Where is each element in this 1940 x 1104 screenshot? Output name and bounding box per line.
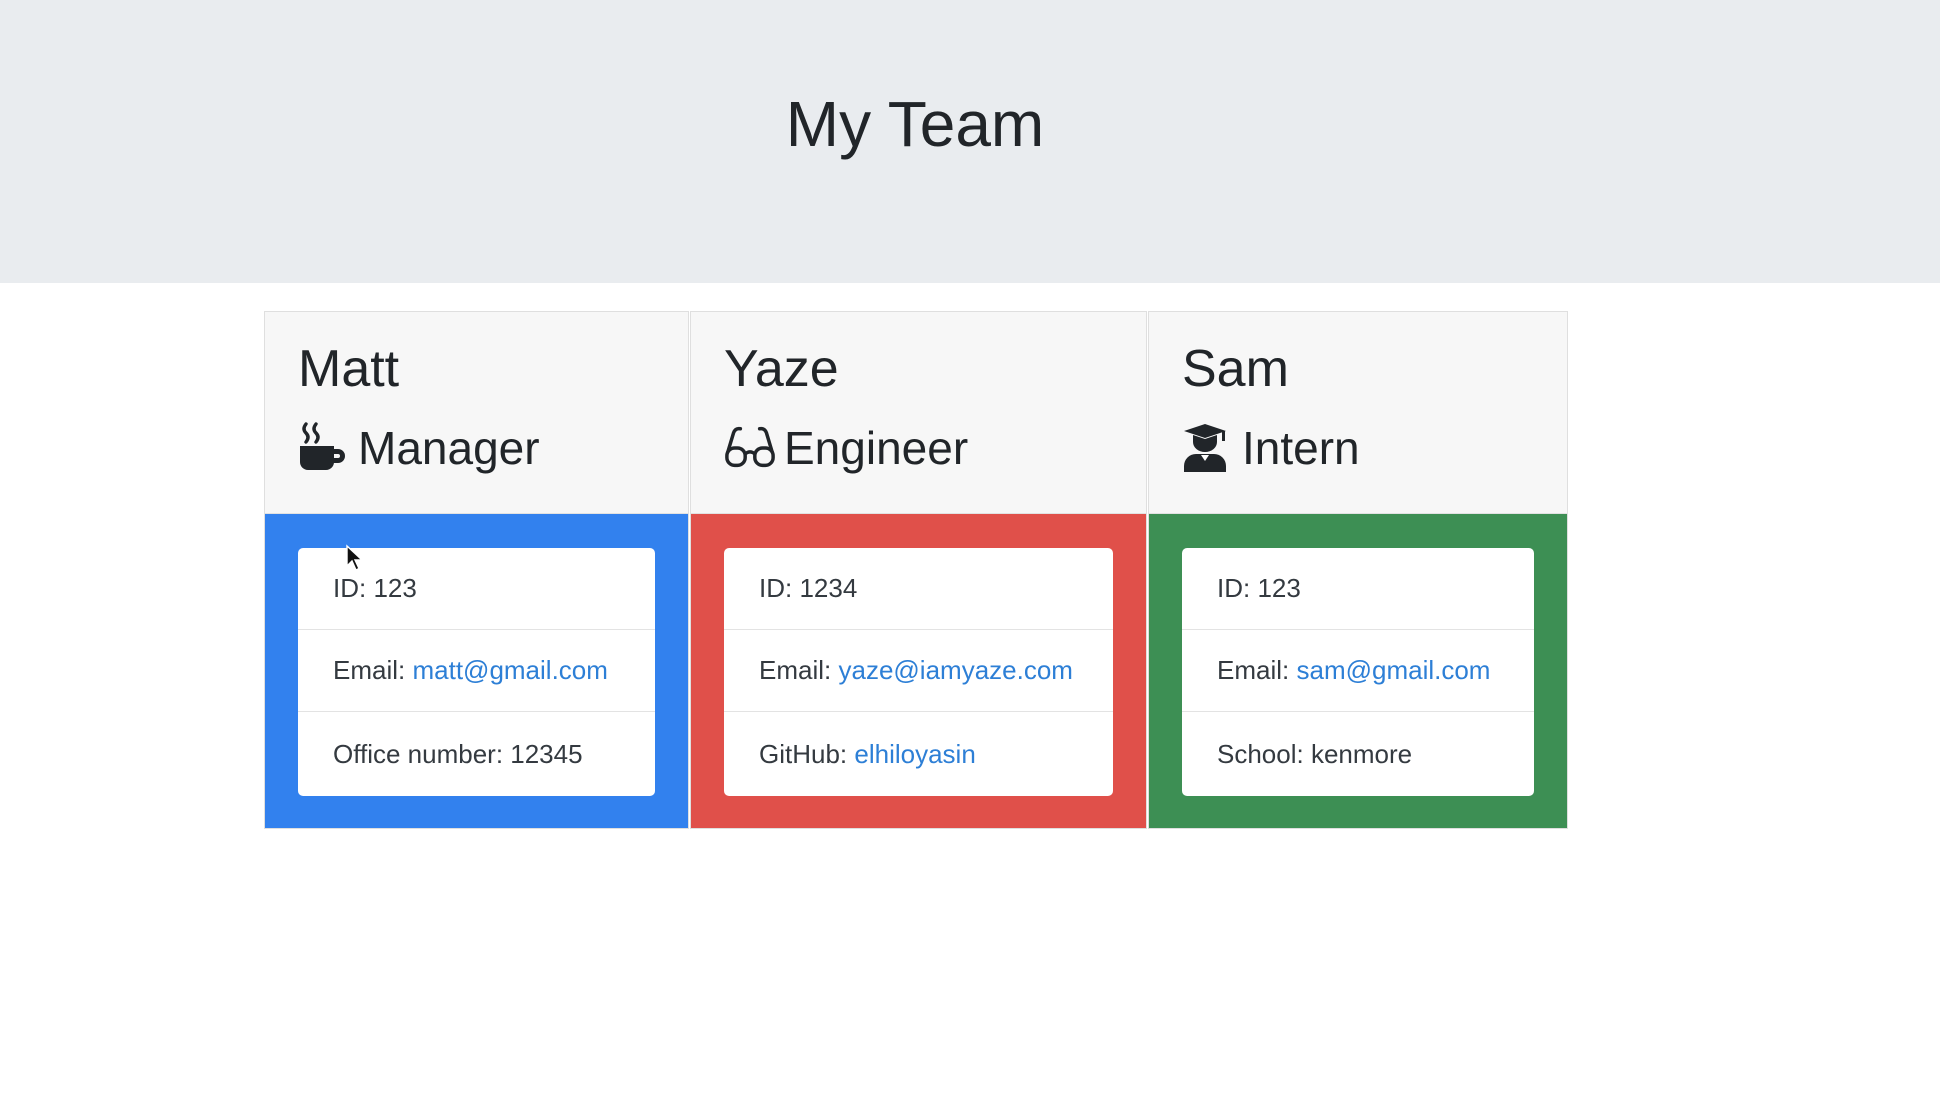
school-item: School: kenmore xyxy=(1217,738,1413,769)
role-label: Engineer xyxy=(784,422,969,474)
email-label: Email: xyxy=(333,655,406,685)
details-list: ID: 1234 Email: yaze@iamyaze.com GitHub:… xyxy=(724,548,1113,796)
role-label: Intern xyxy=(1242,422,1360,474)
email-link[interactable]: yaze@iamyaze.com xyxy=(838,655,1072,686)
employee-card-intern: Sam Intern ID: 123 Email: sam@gmail.com … xyxy=(1148,311,1568,829)
email-label: Email: xyxy=(759,655,832,685)
id-item: ID: 1234 xyxy=(724,548,1113,630)
github-label: GitHub: xyxy=(759,738,848,769)
header-banner: My Team xyxy=(0,0,1940,283)
employee-role: Intern xyxy=(1182,416,1360,480)
employee-name: Matt xyxy=(298,340,400,398)
card-header: Yaze Engineer xyxy=(691,312,1146,514)
employee-card-manager: Matt Manager ID: 123 Email: matt@gmail.c… xyxy=(264,311,689,829)
employee-name: Sam xyxy=(1182,340,1289,398)
office-number-item: Office number: 12345 xyxy=(333,738,583,769)
github-item: GitHub: elhiloyasin xyxy=(724,712,1113,796)
card-header: Sam Intern xyxy=(1149,312,1567,514)
glasses-icon xyxy=(724,422,776,474)
card-body: ID: 123 Email: matt@gmail.com Office num… xyxy=(265,514,688,828)
role-label: Manager xyxy=(358,422,540,474)
employee-role: Manager xyxy=(298,416,540,480)
details-list: ID: 123 Email: sam@gmail.com School: ken… xyxy=(1182,548,1534,796)
card-body: ID: 1234 Email: yaze@iamyaze.com GitHub:… xyxy=(691,514,1146,828)
email-link[interactable]: sam@gmail.com xyxy=(1296,655,1490,686)
coffee-mug-icon xyxy=(298,422,350,474)
mouse-cursor-icon xyxy=(345,544,365,577)
card-header: Matt Manager xyxy=(265,312,688,514)
details-list: ID: 123 Email: matt@gmail.com Office num… xyxy=(298,548,655,796)
email-link[interactable]: matt@gmail.com xyxy=(412,655,607,686)
email-item: Email: yaze@iamyaze.com xyxy=(724,630,1113,712)
graduate-icon xyxy=(1182,422,1234,474)
email-label: Email: xyxy=(1217,655,1290,685)
employee-role: Engineer xyxy=(724,416,968,480)
github-link[interactable]: elhiloyasin xyxy=(854,739,975,770)
employee-name: Yaze xyxy=(724,340,839,398)
email-item: Email: sam@gmail.com xyxy=(1182,630,1534,712)
page-title: My Team xyxy=(785,88,1045,160)
card-body: ID: 123 Email: sam@gmail.com School: ken… xyxy=(1149,514,1567,828)
id-item: ID: 123 xyxy=(1182,548,1534,630)
email-item: Email: matt@gmail.com xyxy=(298,630,655,712)
employee-card-engineer: Yaze Engineer ID: 1234 Email: yaze@iamya… xyxy=(690,311,1147,829)
